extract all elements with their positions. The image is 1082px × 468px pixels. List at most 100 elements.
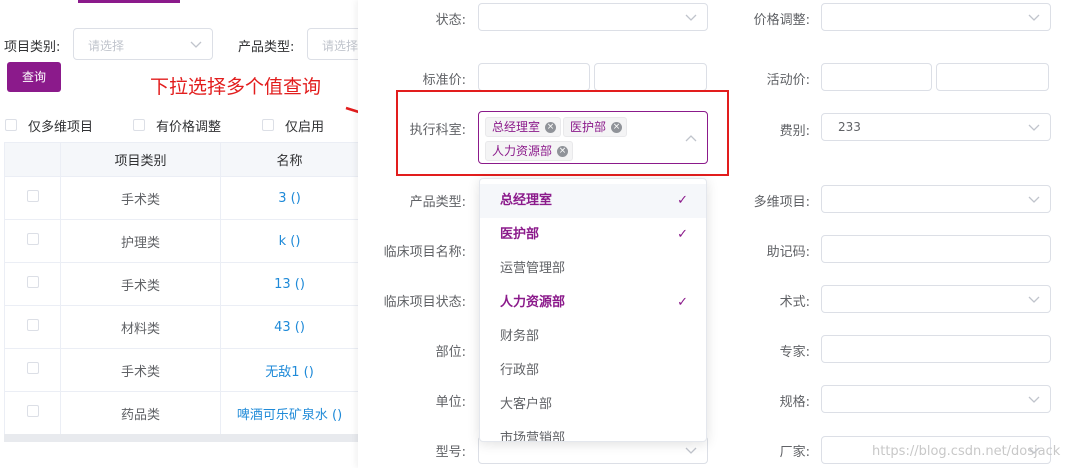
table-header-category[interactable]: 项目类别 (60, 142, 221, 177)
chevron-down-icon (1028, 14, 1040, 21)
table-header-row: 项目类别 名称 (4, 142, 359, 177)
project-category-placeholder: 请选择 (88, 39, 125, 53)
option-label: 市场营销部 (500, 431, 566, 442)
mnemonic-label: 助记码: (766, 245, 810, 260)
table-header-name[interactable]: 名称 (220, 142, 359, 177)
option-label: 人力资源部 (500, 295, 566, 310)
spec-select[interactable] (821, 385, 1051, 413)
name-link[interactable]: 13 () (220, 262, 359, 306)
table-horizontal-scrollbar[interactable] (4, 434, 358, 442)
price-adjust-select[interactable] (821, 3, 1051, 31)
std-price-input-2[interactable] (594, 63, 707, 91)
option-label: 医护部 (500, 227, 540, 242)
dropdown-option[interactable]: 财务部 (480, 320, 706, 354)
category-cell: 手术类 (60, 348, 221, 392)
row-checkbox[interactable] (26, 276, 39, 288)
watermark: https://blog.csdn.net/dosjack (872, 444, 1061, 459)
product-type-label: 产品类型: (238, 40, 295, 55)
price-adjust-checkbox[interactable] (133, 119, 145, 131)
unit-label: 单位: (435, 395, 466, 410)
clinical-status-label: 临床项目状态: (383, 295, 466, 310)
table-row[interactable]: 手术类 13 () (4, 262, 359, 306)
enabled-only-checkbox[interactable] (262, 119, 274, 131)
option-label: 大客户部 (500, 397, 553, 412)
table-row[interactable]: 手术类 无敌1 () (4, 348, 359, 392)
name-link[interactable]: 无敌1 () (220, 348, 359, 392)
row-checkbox[interactable] (26, 362, 39, 374)
fee-type-value: 233 (838, 120, 861, 134)
product-type-placeholder: 请选择 (322, 39, 359, 53)
status-label: 状态: (435, 13, 466, 28)
name-link[interactable]: 3 () (220, 176, 359, 220)
dropdown-option[interactable]: 大客户部 (480, 388, 706, 422)
dropdown-option[interactable]: 人力资源部 ✓ (480, 286, 706, 320)
annotation-text: 下拉选择多个值查询 (150, 76, 322, 98)
category-cell: 护理类 (60, 219, 221, 263)
row-checkbox[interactable] (26, 405, 39, 417)
row-checkbox-cell[interactable] (4, 262, 61, 306)
dropdown-option[interactable]: 行政部 (480, 354, 706, 388)
expert-input[interactable] (821, 335, 1051, 363)
table-row[interactable]: 护理类 k () (4, 219, 359, 263)
manufacturer-label: 厂家: (779, 445, 810, 460)
table-row[interactable]: 药品类 啤酒可乐矿泉水 () (4, 391, 359, 435)
promo-price-input-2[interactable] (936, 63, 1049, 91)
project-category-label: 项目类别: (4, 40, 61, 55)
multi-dim-only-checkbox[interactable] (5, 119, 17, 131)
price-adjust-label: 有价格调整 (156, 120, 222, 135)
category-cell: 药品类 (60, 391, 221, 435)
multi-dim-select[interactable] (821, 185, 1051, 213)
row-checkbox-cell[interactable] (4, 348, 61, 392)
row-checkbox[interactable] (26, 233, 39, 245)
option-label: 总经理室 (500, 193, 553, 208)
row-checkbox-cell[interactable] (4, 305, 61, 349)
dropdown-option[interactable]: 市场营销部 (480, 422, 706, 442)
check-icon: ✓ (677, 193, 688, 208)
active-tab-indicator (78, 0, 180, 3)
option-label: 运营管理部 (500, 261, 566, 276)
chevron-down-icon (1028, 196, 1040, 203)
option-label: 行政部 (500, 363, 540, 378)
spec-label: 规格: (779, 395, 810, 410)
option-label: 财务部 (500, 329, 540, 344)
category-cell: 手术类 (60, 176, 221, 220)
row-checkbox-cell[interactable] (4, 219, 61, 263)
exec-dept-dropdown: 总经理室 ✓ 医护部 ✓ 运营管理部 人力资源部 ✓ 财务部 行政部 大客户部 … (479, 178, 707, 442)
price-adjust-label: 价格调整: (753, 13, 810, 28)
row-checkbox[interactable] (26, 190, 39, 202)
project-table: 项目类别 名称 手术类 3 () 护理类 k () 手术类 13 () 材料类 … (4, 142, 359, 435)
chevron-down-icon (1028, 124, 1040, 131)
dropdown-option[interactable]: 医护部 ✓ (480, 218, 706, 252)
chevron-down-icon (1028, 296, 1040, 303)
promo-price-input-1[interactable] (821, 63, 932, 91)
expert-label: 专家: (779, 345, 810, 360)
std-price-label: 标准价: (422, 73, 466, 88)
fee-type-label: 费别: (779, 124, 810, 139)
row-checkbox[interactable] (26, 319, 39, 331)
status-select[interactable] (478, 3, 708, 31)
dropdown-option[interactable]: 运营管理部 (480, 252, 706, 286)
part-label: 部位: (435, 345, 466, 360)
chevron-down-icon (1028, 396, 1040, 403)
clinical-name-label: 临床项目名称: (383, 245, 466, 260)
chevron-down-icon (685, 447, 697, 454)
technique-select[interactable] (821, 285, 1051, 313)
mnemonic-input[interactable] (821, 235, 1051, 263)
row-checkbox-cell[interactable] (4, 391, 61, 435)
name-link[interactable]: k () (220, 219, 359, 263)
left-pane: 项目类别: 请选择 产品类型: 请选择 查询 仅多维项目 有价格调整 仅启用 项… (0, 0, 367, 468)
technique-label: 术式: (779, 295, 810, 310)
dropdown-option[interactable]: 总经理室 ✓ (480, 184, 706, 218)
chevron-down-icon (190, 41, 202, 48)
query-button[interactable]: 查询 (7, 62, 61, 92)
table-row[interactable]: 材料类 43 () (4, 305, 359, 349)
std-price-input-1[interactable] (478, 63, 590, 91)
project-category-select[interactable]: 请选择 (73, 28, 213, 60)
name-link[interactable]: 43 () (220, 305, 359, 349)
chevron-down-icon (685, 14, 697, 21)
fee-type-select[interactable]: 233 (821, 113, 1051, 141)
multi-dim-label: 多维项目: (753, 195, 810, 210)
name-link[interactable]: 啤酒可乐矿泉水 () (220, 391, 359, 435)
row-checkbox-cell[interactable] (4, 176, 61, 220)
table-row[interactable]: 手术类 3 () (4, 176, 359, 220)
